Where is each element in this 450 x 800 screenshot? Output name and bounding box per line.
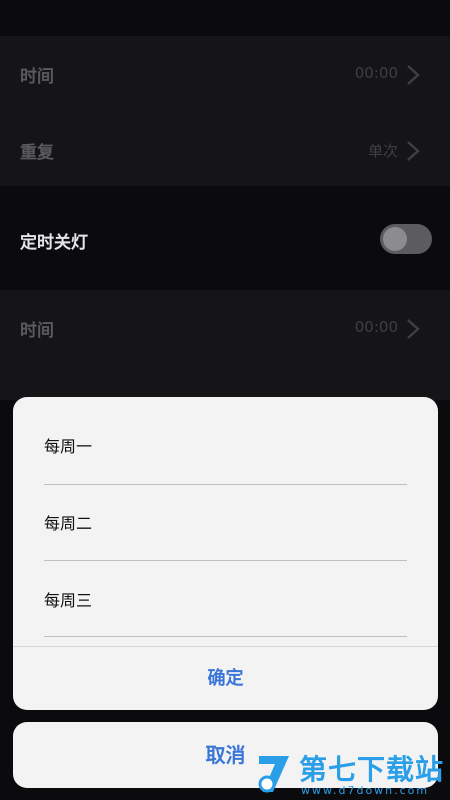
watermark: 第七下载站 www.d7down.com [255,748,450,800]
option-tuesday[interactable]: 每周二 [13,485,438,561]
watermark-url: www.d7down.com [301,784,430,797]
confirm-button[interactable]: 确定 [13,647,438,710]
option-label: 每周二 [44,514,93,533]
divider [44,636,407,637]
option-label: 每周一 [44,437,93,456]
option-label: 每周三 [44,591,93,610]
weekday-picker-sheet: 每周一 每周二 每周三 确定 [13,397,438,710]
option-wednesday[interactable]: 每周三 [13,561,438,637]
watermark-brand: 第七下载站 [299,753,445,786]
brand-logo-icon [258,756,289,793]
option-monday[interactable]: 每周一 [13,409,438,485]
